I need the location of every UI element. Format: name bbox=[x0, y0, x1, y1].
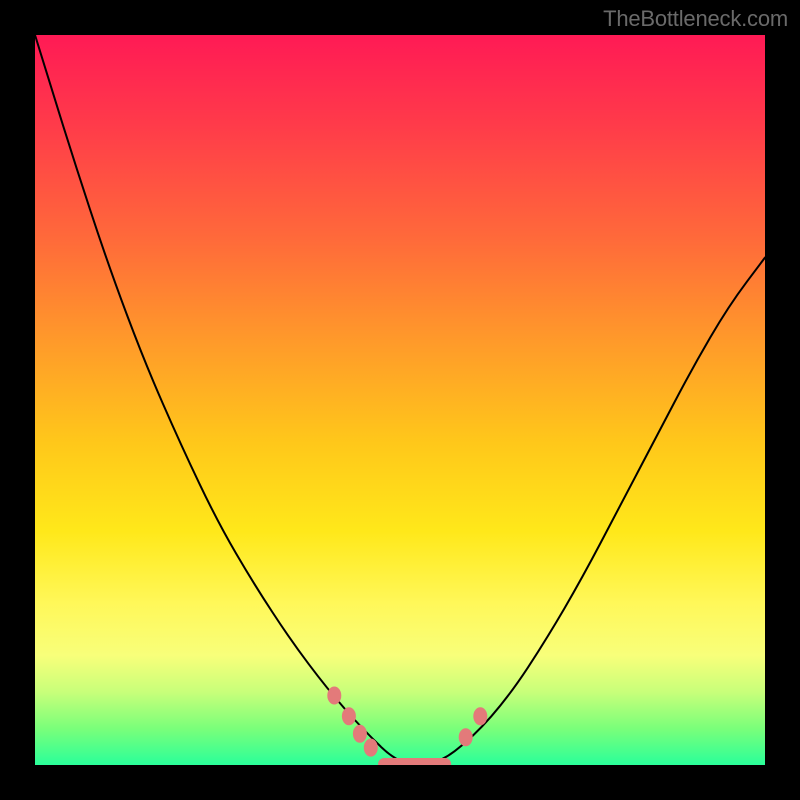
plot-area bbox=[35, 35, 765, 765]
bottleneck-curve bbox=[35, 35, 765, 765]
curve-marker bbox=[327, 687, 341, 705]
chart-frame: TheBottleneck.com bbox=[0, 0, 800, 800]
curve-marker bbox=[459, 728, 473, 746]
marker-group bbox=[327, 687, 487, 757]
curve-marker bbox=[473, 707, 487, 725]
watermark-text: TheBottleneck.com bbox=[603, 6, 788, 32]
curve-marker bbox=[342, 707, 356, 725]
curve-marker bbox=[364, 739, 378, 757]
flat-bottom-segment bbox=[378, 758, 451, 765]
curve-marker bbox=[353, 725, 367, 743]
chart-svg bbox=[35, 35, 765, 765]
